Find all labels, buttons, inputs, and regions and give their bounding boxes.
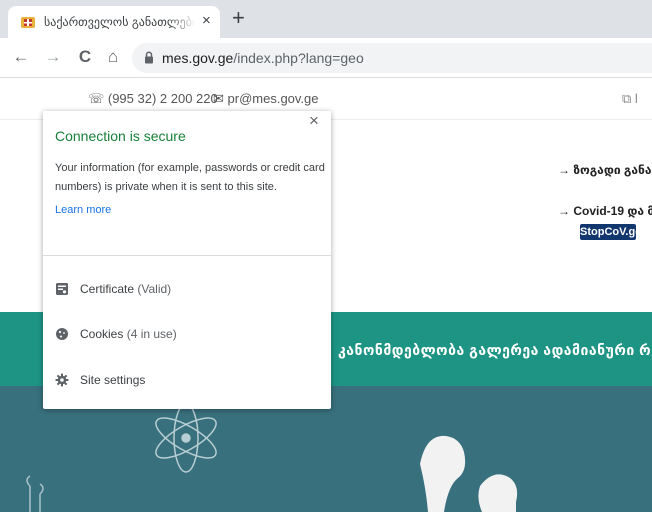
site-phone: ☏ (995 32) 2 200 220 [88, 91, 218, 107]
forward-icon[interactable]: → [40, 44, 66, 70]
cookies-label: Cookies (4 in use) [80, 327, 177, 341]
certificate-label: Certificate (Valid) [80, 282, 171, 296]
phone-icon: ☏ [88, 91, 108, 106]
atom-illustration [155, 403, 217, 473]
tab-close-icon[interactable]: × [202, 13, 211, 29]
cookies-text: Cookies [80, 327, 124, 341]
plant-doodle [26, 475, 44, 512]
lock-icon[interactable] [144, 51, 154, 64]
popup-close-icon[interactable]: × [309, 111, 319, 131]
site-nav-links[interactable]: კანონმდებლობა გალერეა ადამიანური რეს [338, 342, 652, 359]
certificate-icon [56, 283, 68, 295]
gear-icon [55, 373, 69, 387]
mail-icon: ✉ [213, 91, 228, 106]
cookie-icon [56, 328, 68, 340]
people-silhouette [420, 435, 518, 512]
phone-number: (995 32) 2 200 220 [107, 91, 218, 106]
connection-info-popup: × Connection is secure Your information … [43, 111, 331, 409]
certificate-status: (Valid) [134, 282, 172, 296]
certificate-text: Certificate [80, 282, 135, 296]
back-icon[interactable]: ← [8, 44, 34, 70]
site-settings-row[interactable]: Site settings [43, 365, 331, 395]
site-link-covid[interactable]: → Covid-19 და მ [558, 204, 652, 218]
cookies-count: (4 in use) [123, 327, 177, 341]
learn-more-link[interactable]: Learn more [55, 204, 111, 216]
url-host: mes.gov.ge [162, 50, 234, 66]
stopcov-badge[interactable]: StopCoV.ge [580, 224, 641, 240]
external-link-icon[interactable]: ⧉ l [622, 91, 638, 107]
browser-toolbar: ← → C ⌂ mes.gov.ge/index.php?lang=geo [0, 38, 652, 78]
site-link-general-education[interactable]: → ზოგადი განა [558, 163, 652, 177]
site-settings-label: Site settings [80, 373, 146, 387]
reload-icon[interactable]: C [72, 44, 98, 70]
certificate-row[interactable]: Certificate (Valid) [43, 274, 331, 304]
tab-title-fade [168, 10, 196, 32]
popup-divider [43, 255, 331, 256]
cookies-row[interactable]: Cookies (4 in use) [43, 319, 331, 349]
popup-description: Your information (for example, passwords… [55, 162, 325, 193]
url-path: /index.php?lang=geo [233, 50, 364, 66]
site-favicon-icon [21, 17, 35, 28]
home-icon[interactable]: ⌂ [100, 44, 126, 70]
email-address: pr@mes.gov.ge [227, 91, 319, 106]
site-email[interactable]: ✉ pr@mes.gov.ge [213, 91, 319, 107]
address-bar[interactable]: mes.gov.ge/index.php?lang=geo [132, 43, 652, 73]
browser-tab[interactable]: საქართველოს განათლებისა და × [8, 6, 220, 38]
url-text[interactable]: mes.gov.ge/index.php?lang=geo [162, 49, 364, 67]
tab-strip: საქართველოს განათლებისა და × + [0, 0, 652, 38]
popup-title: Connection is secure [55, 128, 186, 144]
new-tab-icon[interactable]: + [232, 6, 245, 30]
